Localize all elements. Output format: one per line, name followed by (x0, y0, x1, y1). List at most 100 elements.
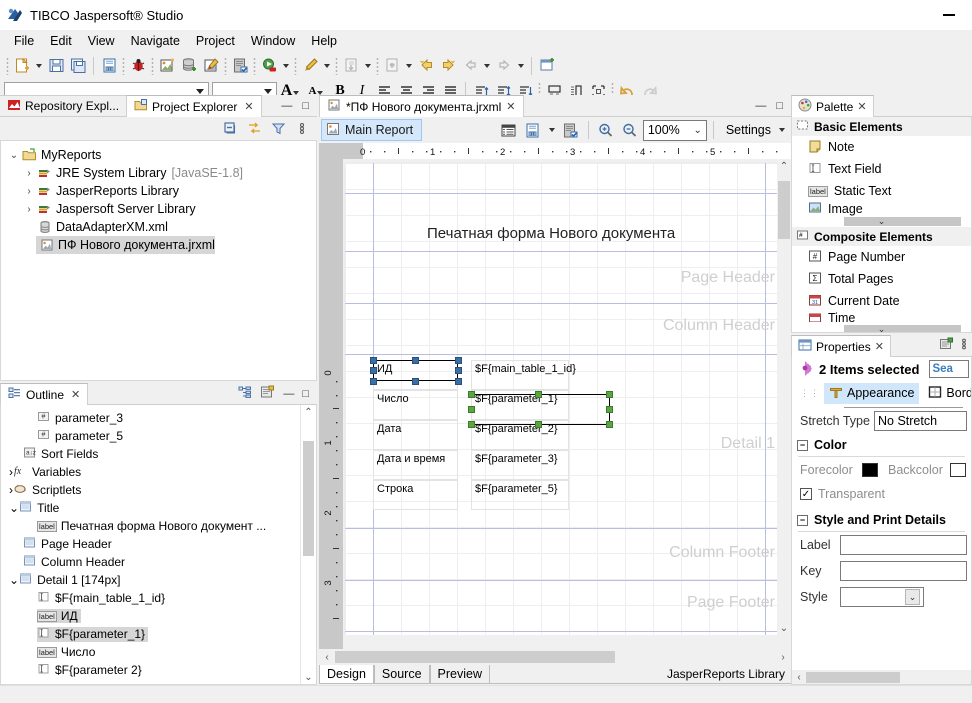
palette-composite-scroll[interactable]: ⌄ (792, 324, 971, 332)
palette-item-page-number[interactable]: # Page Number (792, 246, 971, 268)
outline-item-scriptlets[interactable]: › Scriptlets (1, 481, 300, 499)
forward-nav-icon[interactable] (493, 55, 515, 77)
tab-project-explorer[interactable]: Project Explorer ✕ (126, 95, 262, 117)
outline-item-variables[interactable]: › fx Variables (1, 463, 300, 481)
new-style-icon[interactable] (200, 55, 222, 77)
palette-item-image[interactable]: Image (792, 202, 971, 216)
properties-view-icon[interactable] (260, 385, 275, 402)
detail-label-chislo[interactable]: Число (373, 390, 458, 420)
back-nav-icon[interactable] (459, 55, 481, 77)
maximize-icon[interactable]: □ (776, 100, 783, 112)
close-icon[interactable]: ✕ (857, 100, 866, 113)
stretch-type-select[interactable]: No Stretch (874, 411, 967, 431)
forecolor-swatch[interactable] (862, 463, 878, 477)
close-icon[interactable]: ✕ (875, 340, 884, 353)
debug-icon[interactable] (127, 55, 149, 77)
export-dropdown-icon[interactable] (403, 55, 415, 77)
detail-label-data[interactable]: Дата (373, 420, 458, 450)
chevron-down-icon[interactable]: ⌄ (878, 216, 886, 227)
label-field-input[interactable] (840, 535, 967, 555)
new-report-icon[interactable] (156, 55, 178, 77)
close-icon[interactable]: ✕ (71, 388, 80, 401)
pin-properties-icon[interactable] (939, 337, 954, 354)
scroll-down-icon[interactable]: ⌄ (301, 670, 316, 684)
color-section-header[interactable]: − Color (792, 434, 971, 456)
maximize-icon[interactable]: □ (302, 100, 309, 112)
tab-properties[interactable]: Properties ✕ (791, 335, 891, 357)
close-icon[interactable]: ✕ (244, 100, 253, 113)
palette-basic-scroll[interactable]: ⌄ (792, 216, 971, 227)
scroll-left-icon[interactable]: ‹ (319, 652, 335, 663)
chevron-down-icon[interactable]: ⌄ (9, 501, 19, 515)
minimize-icon[interactable]: — (283, 388, 294, 400)
design-canvas[interactable]: Печатная форма Нового документа Page Hea… (343, 159, 777, 635)
tabs-grip[interactable]: ⋮⋮ (800, 388, 820, 399)
resize-handle-w[interactable] (370, 367, 377, 374)
tree-view-icon[interactable] (238, 385, 252, 402)
chevron-down-icon[interactable]: ⌄ (905, 589, 920, 605)
outline-item-parameter-5[interactable]: # parameter_5 (1, 427, 300, 445)
tab-source[interactable]: Source (373, 665, 430, 684)
outline-scrollbar[interactable]: ⌃ ⌄ (300, 405, 316, 684)
outline-item-title-static-text[interactable]: label Печатная форма Нового документ ... (1, 517, 300, 535)
tree-item-myreports[interactable]: ⌄ MyReports (5, 146, 316, 164)
dataset-dropdown-icon[interactable] (546, 119, 558, 141)
outline-item-field-main-table-1-id[interactable]: $F{main_table_1_id} (1, 589, 300, 607)
dataset-icon[interactable]: 010 (522, 119, 544, 141)
chevron-right-icon[interactable]: › (22, 168, 36, 179)
chevron-down-icon[interactable]: ⌄ (9, 573, 19, 587)
menu-edit[interactable]: Edit (42, 32, 80, 50)
palette-item-current-date[interactable]: 31 Current Date (792, 290, 971, 312)
tab-preview[interactable]: Preview (429, 665, 490, 684)
palette-item-text-field[interactable]: Text Field (792, 158, 971, 180)
minimize-icon[interactable]: — (755, 100, 766, 112)
palette-group-basic-elements[interactable]: Basic Elements (792, 117, 971, 136)
close-icon[interactable]: ✕ (506, 100, 515, 113)
outline-item-field-parameter-1[interactable]: $F{parameter_1} (1, 625, 300, 643)
resize-handle-e[interactable] (455, 367, 462, 374)
detail-label-stroka[interactable]: Строка (373, 480, 458, 510)
outline-tree[interactable]: # parameter_3 # parameter_5 a↓z Sort Fie… (0, 405, 317, 685)
bands-icon[interactable] (498, 119, 520, 141)
backcolor-swatch[interactable] (950, 463, 966, 477)
preview-dropdown-icon[interactable] (321, 55, 333, 77)
tree-item-jre-system-library[interactable]: › JRE System Library [JavaSE-1.8] (5, 164, 316, 182)
menu-navigate[interactable]: Navigate (123, 32, 188, 50)
view-menu-icon[interactable] (960, 337, 968, 354)
resize-handle-sec-se[interactable] (606, 421, 613, 428)
forward-yellow-icon[interactable] (437, 55, 459, 77)
outline-item-label-chislo[interactable]: label Число (1, 643, 300, 661)
scroll-right-icon[interactable]: › (775, 652, 791, 663)
forward-nav-dropdown-icon[interactable] (515, 55, 527, 77)
maximize-icon[interactable]: □ (302, 388, 309, 400)
run-dropdown-icon[interactable] (280, 55, 292, 77)
tab-pf-novogo-dokumenta[interactable]: *ПФ Нового документа.jrxml ✕ (319, 95, 524, 117)
link-with-editor-icon[interactable] (243, 118, 265, 140)
main-report-button[interactable]: Main Report (321, 119, 423, 141)
resize-handle-sec-w[interactable] (468, 406, 475, 413)
canvas-vertical-scrollbar[interactable]: ⌃ ⌄ (777, 159, 791, 649)
detail-field-main-table-1-id[interactable]: $F{main_table_1_id} (471, 360, 576, 390)
scroll-down-icon[interactable]: ⌄ (777, 621, 791, 635)
settings-label[interactable]: Settings (720, 123, 771, 137)
tab-borders[interactable]: Borders (923, 383, 971, 404)
canvas-horizontal-scrollbar[interactable]: ‹ › (319, 649, 791, 665)
import-dropdown-icon[interactable] (362, 55, 374, 77)
zoom-in-icon[interactable] (595, 119, 617, 141)
tree-item-pf-novogo-dokumenta-jrxml[interactable]: ПФ Нового документа.jrxml (36, 236, 215, 254)
resize-handle-ne[interactable] (455, 357, 462, 364)
minimize-icon[interactable]: — (281, 100, 292, 112)
chevron-down-icon[interactable]: ⌄ (7, 150, 21, 161)
resize-handle-nw[interactable] (370, 357, 377, 364)
detail-field-parameter-5[interactable]: $F{parameter_5} (471, 480, 569, 510)
toolbar-grip[interactable] (6, 56, 9, 75)
new-window-icon[interactable] (536, 55, 558, 77)
palette-item-static-text[interactable]: label Static Text (792, 180, 971, 202)
zoom-out-icon[interactable] (619, 119, 641, 141)
palette-item-total-pages[interactable]: Σ Total Pages (792, 268, 971, 290)
preview-icon[interactable] (299, 55, 321, 77)
menu-help[interactable]: Help (303, 32, 345, 50)
compile-report-icon[interactable] (229, 55, 251, 77)
palette-group-composite-elements[interactable]: # Composite Elements (792, 227, 971, 246)
tab-appearance[interactable]: Appearance (824, 382, 920, 404)
